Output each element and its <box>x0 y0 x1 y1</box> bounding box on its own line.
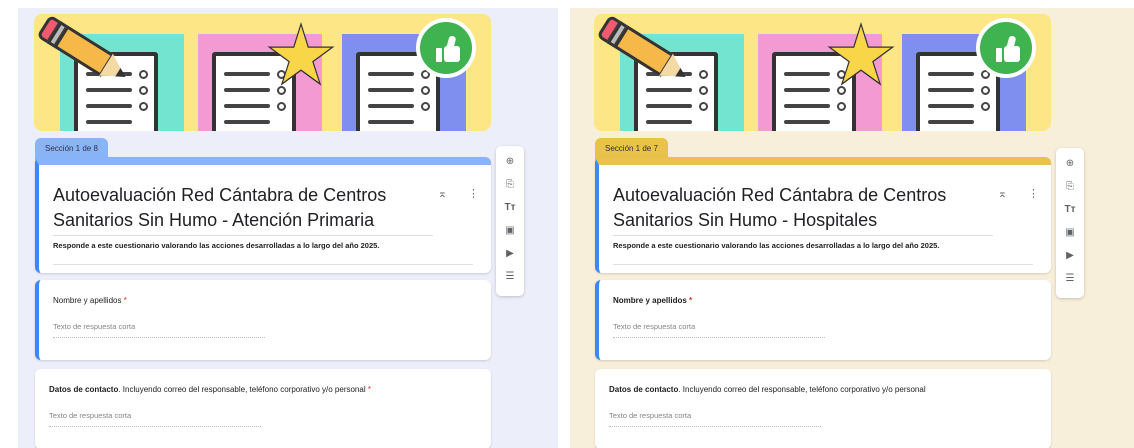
title-card[interactable]: Autoevaluación Red Cántabra de Centros S… <box>35 157 491 273</box>
add-question-icon[interactable]: ⊕ <box>496 152 524 172</box>
short-answer-placeholder: Texto de respuesta corta <box>613 322 825 338</box>
form-preview-primary-care: Sección 1 de 8 Autoevaluación Red Cántab… <box>18 8 558 448</box>
import-questions-icon[interactable]: ⎘ <box>1056 177 1084 197</box>
required-asterisk: * <box>367 385 371 394</box>
add-question-icon[interactable]: ⊕ <box>1056 154 1084 174</box>
add-image-icon[interactable]: ▣ <box>1056 223 1084 243</box>
header-banner <box>594 14 1051 131</box>
add-image-icon[interactable]: ▣ <box>496 221 524 241</box>
short-answer-placeholder: Texto de respuesta corta <box>49 411 261 427</box>
question-card-name[interactable]: Nombre y apellidos * Texto de respuesta … <box>595 280 1051 360</box>
short-answer-placeholder: Texto de respuesta corta <box>53 322 265 338</box>
thumbs-up-icon <box>976 18 1036 78</box>
form-description[interactable]: Responde a este cuestionario valorando l… <box>613 241 1033 265</box>
question-label: Datos de contacto. Incluyendo correo del… <box>609 385 926 394</box>
header-banner <box>34 14 491 131</box>
add-title-icon[interactable]: Tт <box>496 198 524 218</box>
add-video-icon[interactable]: ▶ <box>1056 246 1084 266</box>
thumbs-up-icon <box>416 18 476 78</box>
add-title-icon[interactable]: Tт <box>1056 200 1084 220</box>
add-video-icon[interactable]: ▶ <box>496 244 524 264</box>
floating-toolbar: ⊕ ⎘ Tт ▣ ▶ ☰ <box>1056 148 1084 298</box>
question-label: Datos de contacto. Incluyendo correo del… <box>49 385 371 394</box>
more-options-icon[interactable]: ⋮ <box>468 188 479 200</box>
title-card[interactable]: Autoevaluación Red Cántabra de Centros S… <box>595 157 1051 273</box>
form-title[interactable]: Autoevaluación Red Cántabra de Centros S… <box>53 183 433 236</box>
form-preview-hospitals: Sección 1 de 7 Autoevaluación Red Cántab… <box>570 8 1134 448</box>
add-section-icon[interactable]: ☰ <box>496 267 524 287</box>
collapse-icon[interactable]: ⌅ <box>438 188 447 200</box>
required-asterisk: * <box>123 296 127 305</box>
question-card-contact[interactable]: Datos de contacto. Incluyendo correo del… <box>35 369 491 448</box>
question-label: Nombre y apellidos * <box>53 296 127 305</box>
floating-toolbar: ⊕ ⎘ Tт ▣ ▶ ☰ <box>496 146 524 296</box>
question-card-contact[interactable]: Datos de contacto. Incluyendo correo del… <box>595 369 1051 448</box>
form-title[interactable]: Autoevaluación Red Cántabra de Centros S… <box>613 183 993 236</box>
required-asterisk: * <box>689 296 693 305</box>
form-description[interactable]: Responde a este cuestionario valorando l… <box>53 241 473 265</box>
more-options-icon[interactable]: ⋮ <box>1028 188 1039 200</box>
add-section-icon[interactable]: ☰ <box>1056 269 1084 289</box>
question-label: Nombre y apellidos * <box>613 296 693 305</box>
question-card-name[interactable]: Nombre y apellidos * Texto de respuesta … <box>35 280 491 360</box>
import-questions-icon[interactable]: ⎘ <box>496 175 524 195</box>
collapse-icon[interactable]: ⌅ <box>998 188 1007 200</box>
short-answer-placeholder: Texto de respuesta corta <box>609 411 821 427</box>
